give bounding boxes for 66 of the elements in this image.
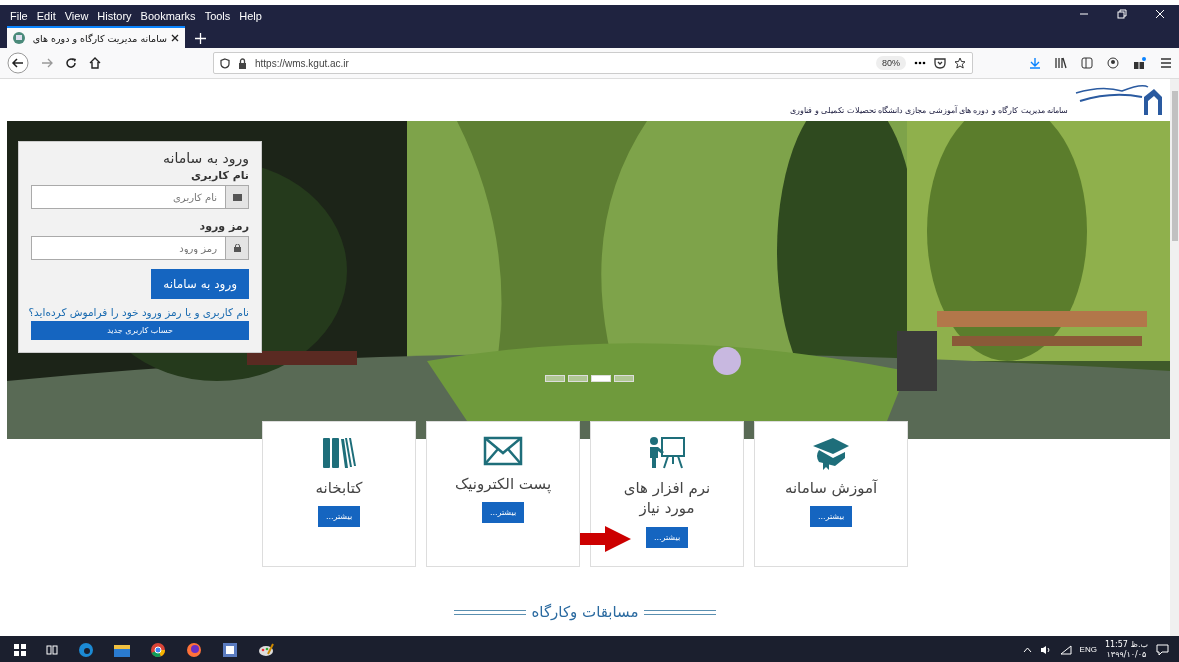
clock[interactable]: 11:57 ب.ظ ۱۳۹۹/۱۰/۰۵ (1104, 639, 1148, 660)
document-app-icon[interactable] (222, 641, 238, 658)
more-icon[interactable] (914, 61, 926, 65)
password-field[interactable]: رمز ورود (31, 236, 249, 260)
login-title: ورود به سامانه (162, 150, 249, 166)
url-text[interactable]: https://wms.kgut.ac.ir (255, 57, 868, 69)
menu-item[interactable]: History (97, 9, 132, 22)
browser-tab[interactable]: سامانه مدیریت کارگاه و دوره های (7, 26, 185, 48)
task-view-icon[interactable] (46, 643, 58, 656)
speaker-icon[interactable] (1039, 644, 1052, 655)
home-icon[interactable] (89, 57, 101, 69)
forgot-password-link[interactable]: نام کاربری و یا رمز ورود خود را فراموش کرده‌اید؟ (31, 306, 249, 318)
lock-icon (233, 244, 241, 252)
field-label: نام کاربری (189, 169, 249, 182)
close-icon[interactable] (171, 34, 179, 42)
star-icon[interactable] (954, 57, 966, 69)
menu-item[interactable]: Edit (36, 9, 56, 22)
windows-start-icon[interactable] (14, 643, 26, 656)
folder-icon[interactable] (114, 642, 130, 657)
scrollbar-thumb[interactable] (1171, 91, 1178, 241)
firefox-icon[interactable] (186, 641, 202, 658)
notification-icon[interactable] (1156, 643, 1169, 656)
more-button[interactable]: بیشتر... (317, 506, 361, 528)
card-title: نرم افزار های مورد نیاز (622, 478, 712, 519)
login-button[interactable]: ورود به سامانه (151, 269, 249, 299)
shield-icon[interactable] (220, 57, 230, 69)
menu-item[interactable]: Help (239, 9, 262, 22)
restore-icon[interactable] (1117, 9, 1127, 19)
presentation-board-icon (648, 436, 686, 470)
language-indicator[interactable]: ENG (1079, 645, 1097, 654)
menu-icon[interactable] (1160, 58, 1172, 68)
menu-item[interactable]: Tools (204, 9, 231, 22)
lock-icon[interactable] (238, 57, 247, 69)
back-icon[interactable] (7, 52, 29, 74)
envelope-icon (483, 436, 523, 466)
menu-item[interactable]: View (64, 9, 89, 22)
username-field[interactable]: نام کاربری (31, 185, 249, 209)
site-favicon (13, 32, 25, 44)
books-icon (321, 436, 357, 470)
forward-icon[interactable] (41, 58, 53, 68)
gift-icon[interactable] (1133, 56, 1146, 70)
edge-icon[interactable] (78, 641, 94, 658)
chevron-up-icon[interactable] (1022, 646, 1032, 653)
more-button[interactable]: بیشتر... (645, 526, 689, 548)
menu-item[interactable]: Bookmarks (140, 9, 196, 22)
sidebar-icon[interactable] (1081, 57, 1093, 69)
card-title: کتابخانه (314, 478, 364, 499)
card-title: آموزش سامانه (783, 478, 879, 499)
account-icon[interactable] (1107, 57, 1119, 69)
download-icon[interactable] (1029, 57, 1041, 69)
library-icon[interactable] (1055, 57, 1067, 69)
more-button[interactable]: بیشتر... (809, 506, 853, 528)
reload-icon[interactable] (65, 57, 77, 69)
pocket-icon[interactable] (934, 57, 946, 69)
graduation-cap-icon (811, 436, 851, 470)
chrome-icon[interactable] (150, 641, 166, 658)
menu-item[interactable]: File (10, 9, 28, 22)
zoom-level[interactable]: 80% (876, 56, 906, 70)
envelope-icon (232, 193, 242, 201)
plus-icon[interactable] (195, 33, 206, 44)
paint-palette-icon[interactable] (258, 641, 274, 658)
section-title: مسابقات وکارگاه (531, 603, 639, 621)
register-button[interactable]: حساب کاربری جدید (31, 321, 249, 340)
card-title: پست الکترونیک (453, 474, 553, 495)
more-button[interactable]: بیشتر... (481, 502, 525, 524)
field-label: رمز ورود (198, 220, 249, 233)
